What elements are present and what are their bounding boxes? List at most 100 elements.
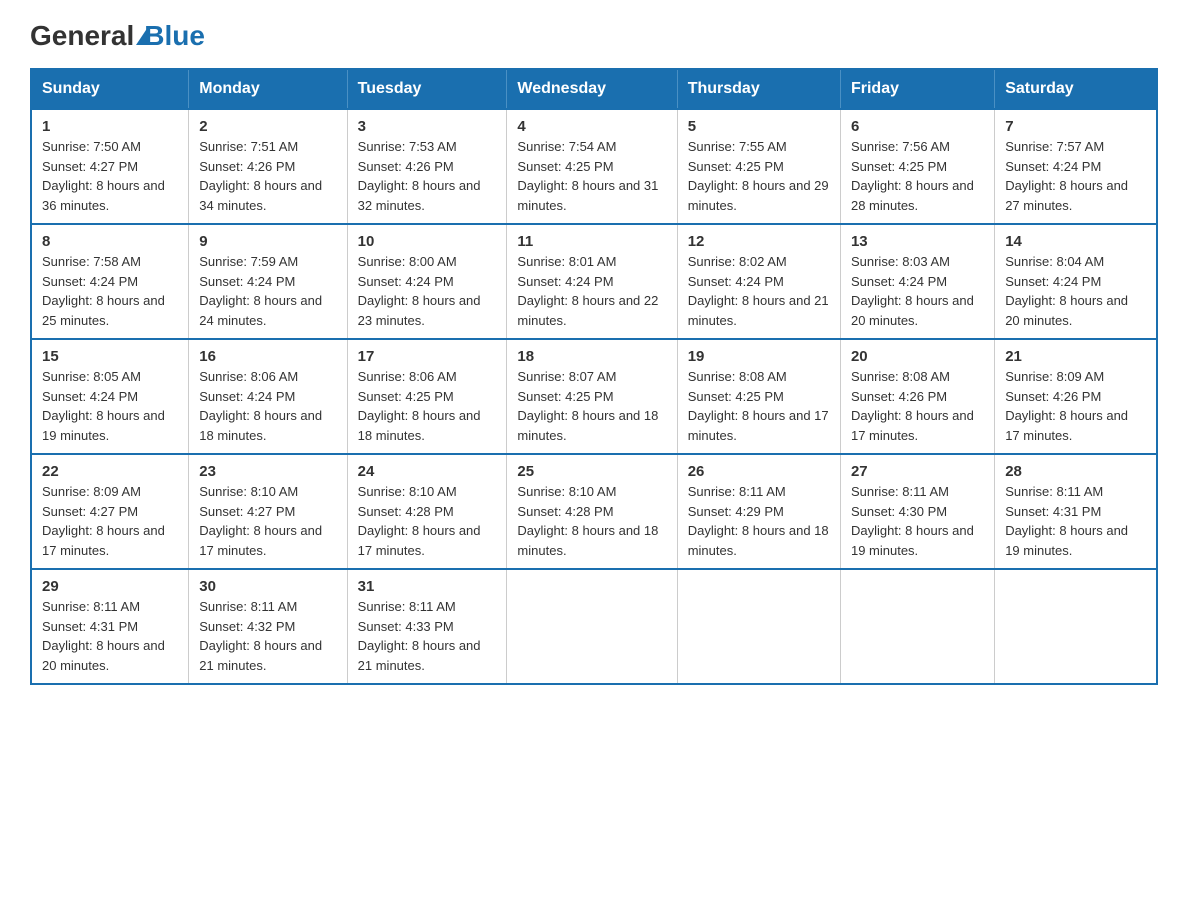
day-info: Sunrise: 7:59 AMSunset: 4:24 PMDaylight:…: [199, 254, 322, 328]
day-info: Sunrise: 8:08 AMSunset: 4:26 PMDaylight:…: [851, 369, 974, 443]
table-row: [507, 569, 677, 684]
table-row: 6 Sunrise: 7:56 AMSunset: 4:25 PMDaylight…: [840, 109, 994, 224]
table-row: 30Sunrise: 8:11 AMSunset: 4:32 PMDayligh…: [189, 569, 347, 684]
table-row: 28 Sunrise: 8:11 AMSunset: 4:31 PMDayligh…: [995, 454, 1157, 569]
logo-blue: Blue: [144, 20, 205, 52]
day-info: Sunrise: 7:57 AMSunset: 4:24 PMDaylight:…: [1005, 139, 1128, 213]
table-row: 31 Sunrise: 8:11 AMSunset: 4:33 PMDayligh…: [347, 569, 507, 684]
day-number: 21: [1005, 348, 1146, 365]
weekday-header-row: Sunday Monday Tuesday Wednesday Thursday…: [31, 69, 1157, 109]
day-number: 17: [358, 348, 497, 365]
table-row: 10 Sunrise: 8:00 AMSunset: 4:24 PMDayligh…: [347, 224, 507, 339]
header-thursday: Thursday: [677, 69, 840, 109]
table-row: 24Sunrise: 8:10 AMSunset: 4:28 PMDayligh…: [347, 454, 507, 569]
day-info: Sunrise: 7:51 AMSunset: 4:26 PMDaylight:…: [199, 139, 322, 213]
table-row: 21 Sunrise: 8:09 AMSunset: 4:26 PMDayligh…: [995, 339, 1157, 454]
day-number: 5: [688, 118, 830, 135]
day-number: 30: [199, 578, 336, 595]
calendar-table: Sunday Monday Tuesday Wednesday Thursday…: [30, 68, 1158, 685]
table-row: 2 Sunrise: 7:51 AMSunset: 4:26 PMDaylight…: [189, 109, 347, 224]
table-row: 13Sunrise: 8:03 AMSunset: 4:24 PMDayligh…: [840, 224, 994, 339]
day-info: Sunrise: 7:54 AMSunset: 4:25 PMDaylight:…: [517, 139, 658, 213]
table-row: 3 Sunrise: 7:53 AMSunset: 4:26 PMDaylight…: [347, 109, 507, 224]
day-number: 28: [1005, 463, 1146, 480]
day-number: 16: [199, 348, 336, 365]
day-number: 31: [358, 578, 497, 595]
table-row: 17 Sunrise: 8:06 AMSunset: 4:25 PMDayligh…: [347, 339, 507, 454]
day-info: Sunrise: 7:55 AMSunset: 4:25 PMDaylight:…: [688, 139, 829, 213]
day-info: Sunrise: 8:08 AMSunset: 4:25 PMDaylight:…: [688, 369, 829, 443]
day-number: 6: [851, 118, 984, 135]
day-info: Sunrise: 8:05 AMSunset: 4:24 PMDaylight:…: [42, 369, 165, 443]
day-info: Sunrise: 8:11 AMSunset: 4:33 PMDaylight:…: [358, 599, 481, 673]
day-info: Sunrise: 8:10 AMSunset: 4:28 PMDaylight:…: [358, 484, 481, 558]
day-number: 2: [199, 118, 336, 135]
table-row: 14Sunrise: 8:04 AMSunset: 4:24 PMDayligh…: [995, 224, 1157, 339]
table-row: 4 Sunrise: 7:54 AMSunset: 4:25 PMDaylight…: [507, 109, 677, 224]
table-row: 16 Sunrise: 8:06 AMSunset: 4:24 PMDayligh…: [189, 339, 347, 454]
calendar-week-row: 1Sunrise: 7:50 AMSunset: 4:27 PMDaylight…: [31, 109, 1157, 224]
table-row: 20 Sunrise: 8:08 AMSunset: 4:26 PMDayligh…: [840, 339, 994, 454]
day-info: Sunrise: 8:06 AMSunset: 4:25 PMDaylight:…: [358, 369, 481, 443]
table-row: [840, 569, 994, 684]
day-number: 26: [688, 463, 830, 480]
day-number: 15: [42, 348, 178, 365]
table-row: 27 Sunrise: 8:11 AMSunset: 4:30 PMDayligh…: [840, 454, 994, 569]
day-info: Sunrise: 7:50 AMSunset: 4:27 PMDaylight:…: [42, 139, 165, 213]
day-number: 19: [688, 348, 830, 365]
day-number: 29: [42, 578, 178, 595]
table-row: 8 Sunrise: 7:58 AMSunset: 4:24 PMDaylight…: [31, 224, 189, 339]
day-number: 3: [358, 118, 497, 135]
calendar-week-row: 29Sunrise: 8:11 AMSunset: 4:31 PMDayligh…: [31, 569, 1157, 684]
day-info: Sunrise: 8:09 AMSunset: 4:27 PMDaylight:…: [42, 484, 165, 558]
header-tuesday: Tuesday: [347, 69, 507, 109]
day-number: 12: [688, 233, 830, 250]
table-row: 23Sunrise: 8:10 AMSunset: 4:27 PMDayligh…: [189, 454, 347, 569]
day-info: Sunrise: 8:11 AMSunset: 4:31 PMDaylight:…: [1005, 484, 1128, 558]
table-row: 7Sunrise: 7:57 AMSunset: 4:24 PMDaylight…: [995, 109, 1157, 224]
calendar-week-row: 8 Sunrise: 7:58 AMSunset: 4:24 PMDaylight…: [31, 224, 1157, 339]
table-row: 25 Sunrise: 8:10 AMSunset: 4:28 PMDayligh…: [507, 454, 677, 569]
header-sunday: Sunday: [31, 69, 189, 109]
page-header: General Blue: [30, 20, 1158, 48]
day-number: 14: [1005, 233, 1146, 250]
logo: General Blue: [30, 20, 205, 48]
day-info: Sunrise: 7:53 AMSunset: 4:26 PMDaylight:…: [358, 139, 481, 213]
calendar-week-row: 15 Sunrise: 8:05 AMSunset: 4:24 PMDayligh…: [31, 339, 1157, 454]
day-number: 11: [517, 233, 666, 250]
header-wednesday: Wednesday: [507, 69, 677, 109]
table-row: 11 Sunrise: 8:01 AMSunset: 4:24 PMDayligh…: [507, 224, 677, 339]
day-info: Sunrise: 8:00 AMSunset: 4:24 PMDaylight:…: [358, 254, 481, 328]
day-info: Sunrise: 7:56 AMSunset: 4:25 PMDaylight:…: [851, 139, 974, 213]
day-number: 22: [42, 463, 178, 480]
table-row: 29Sunrise: 8:11 AMSunset: 4:31 PMDayligh…: [31, 569, 189, 684]
day-info: Sunrise: 8:07 AMSunset: 4:25 PMDaylight:…: [517, 369, 658, 443]
table-row: 26Sunrise: 8:11 AMSunset: 4:29 PMDayligh…: [677, 454, 840, 569]
table-row: 22 Sunrise: 8:09 AMSunset: 4:27 PMDayligh…: [31, 454, 189, 569]
day-number: 10: [358, 233, 497, 250]
table-row: 18Sunrise: 8:07 AMSunset: 4:25 PMDayligh…: [507, 339, 677, 454]
logo-general: General: [30, 20, 134, 52]
calendar-week-row: 22 Sunrise: 8:09 AMSunset: 4:27 PMDayligh…: [31, 454, 1157, 569]
day-number: 27: [851, 463, 984, 480]
day-info: Sunrise: 8:09 AMSunset: 4:26 PMDaylight:…: [1005, 369, 1128, 443]
table-row: 15 Sunrise: 8:05 AMSunset: 4:24 PMDayligh…: [31, 339, 189, 454]
table-row: [677, 569, 840, 684]
day-info: Sunrise: 7:58 AMSunset: 4:24 PMDaylight:…: [42, 254, 165, 328]
header-monday: Monday: [189, 69, 347, 109]
table-row: 5 Sunrise: 7:55 AMSunset: 4:25 PMDaylight…: [677, 109, 840, 224]
table-row: 12 Sunrise: 8:02 AMSunset: 4:24 PMDayligh…: [677, 224, 840, 339]
day-number: 20: [851, 348, 984, 365]
table-row: 9Sunrise: 7:59 AMSunset: 4:24 PMDaylight…: [189, 224, 347, 339]
day-number: 25: [517, 463, 666, 480]
day-info: Sunrise: 8:11 AMSunset: 4:30 PMDaylight:…: [851, 484, 974, 558]
day-number: 4: [517, 118, 666, 135]
day-number: 8: [42, 233, 178, 250]
day-info: Sunrise: 8:10 AMSunset: 4:28 PMDaylight:…: [517, 484, 658, 558]
table-row: [995, 569, 1157, 684]
day-number: 23: [199, 463, 336, 480]
day-info: Sunrise: 8:02 AMSunset: 4:24 PMDaylight:…: [688, 254, 829, 328]
day-info: Sunrise: 8:01 AMSunset: 4:24 PMDaylight:…: [517, 254, 658, 328]
day-info: Sunrise: 8:06 AMSunset: 4:24 PMDaylight:…: [199, 369, 322, 443]
table-row: 1Sunrise: 7:50 AMSunset: 4:27 PMDaylight…: [31, 109, 189, 224]
